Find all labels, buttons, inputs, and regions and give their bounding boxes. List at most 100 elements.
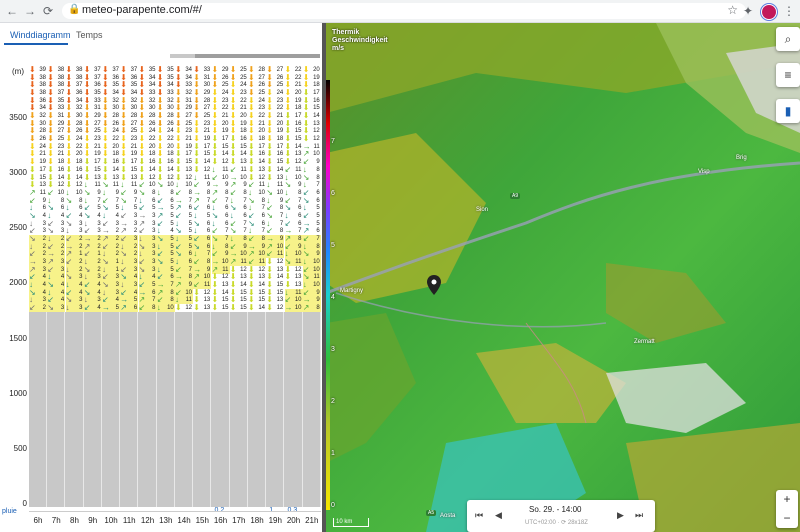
hour-label: 19h — [268, 516, 282, 525]
avatar[interactable] — [761, 4, 777, 20]
terrain-map — [326, 23, 800, 532]
wind-speed: 15 — [221, 305, 229, 312]
scale-label: 3 — [331, 346, 335, 353]
star-icon[interactable]: ☆ — [727, 3, 738, 17]
column-separator — [46, 312, 47, 507]
wind-speed: 10 — [294, 305, 302, 312]
wind-speed: 3 — [60, 305, 65, 312]
wind-speed: 3 — [79, 305, 83, 312]
wind-cell: ⬇ 12 — [266, 304, 284, 312]
column-separator — [319, 312, 321, 507]
hour-label: 10h — [104, 516, 118, 525]
hour-label: 20h — [286, 516, 301, 525]
prev-step-button[interactable]: ◀ — [495, 510, 502, 521]
altitude-tick: 0 — [22, 499, 27, 508]
column-separator — [64, 312, 66, 507]
column-separator — [155, 312, 157, 507]
rain-label: pluie — [2, 508, 17, 515]
terrain-area — [29, 312, 321, 507]
first-step-button[interactable]: ⏮ — [475, 510, 483, 521]
column-separator — [82, 312, 84, 507]
forecast-date[interactable]: So. 29. - 14:00 — [529, 505, 581, 514]
wind-speed: 12 — [276, 305, 284, 312]
wind-speed: 8 — [316, 305, 320, 312]
wind-cell: ↓ 10 — [156, 303, 175, 313]
altitude-tick: 2500 — [9, 223, 27, 233]
column-separator — [137, 312, 139, 507]
scale-label: 5 — [331, 242, 335, 249]
wind-arrow-icon: → — [102, 303, 110, 313]
altitude-unit: (m) — [12, 67, 24, 76]
scale-label: 7 — [331, 138, 335, 145]
wind-speed: 5 — [115, 305, 119, 312]
extensions-icon[interactable]: ✦ — [743, 3, 753, 19]
wind-cell: ↙ 4 — [83, 304, 102, 313]
next-step-button[interactable]: ▶ — [617, 510, 624, 521]
wind-cell: ↙ 8 — [138, 304, 157, 313]
chart-button[interactable]: ▮ — [776, 99, 800, 123]
wind-cell: ↙ 2 — [29, 303, 47, 313]
reload-icon[interactable]: ⟳ — [40, 3, 56, 19]
place-label: Visp — [698, 169, 710, 175]
altitude-tick: 1000 — [9, 388, 27, 398]
scale-label: 2 — [331, 398, 335, 405]
hour-label: 8h — [70, 516, 79, 525]
wind-speed: 14 — [258, 305, 265, 312]
timezone-info: UTC+02:00 · ⟳ 28x18Z — [525, 520, 588, 526]
wind-speed: 12 — [185, 305, 192, 312]
thermal-color-scale — [326, 80, 330, 510]
place-label: Sion — [476, 207, 489, 213]
search-button[interactable]: ⌕ — [776, 27, 800, 51]
wind-speed: 13 — [203, 305, 211, 312]
altitude-tick: 500 — [13, 443, 27, 453]
hour-label: 6h — [33, 516, 43, 525]
column-separator — [119, 312, 120, 507]
zoom-control: + − — [776, 490, 798, 528]
active-tab-indicator — [4, 43, 68, 45]
wind-arrow-icon: ⬇ — [229, 303, 237, 313]
layers-button[interactable]: ≡ — [776, 63, 800, 87]
wind-arrow-icon: ↗ — [120, 303, 127, 313]
location-pin-icon[interactable] — [427, 275, 441, 295]
thermal-map[interactable]: Martigny Zermatt Aosta Visp Brig Sion A9… — [326, 23, 800, 532]
wind-arrow-icon: ↗ — [302, 303, 310, 313]
route-shield: A5 — [426, 510, 437, 516]
altitude-tick: 1500 — [9, 333, 27, 343]
hour-label: 7h — [51, 516, 61, 525]
route-shield: A9 — [510, 193, 521, 199]
wind-cell: ↘ 3 — [47, 304, 66, 313]
wind-arrow-icon: ↙ — [29, 303, 36, 313]
wind-arrow-icon: ⬇ — [211, 303, 219, 313]
column-separator — [100, 312, 102, 507]
place-label: Martigny — [340, 288, 364, 294]
tab-temps[interactable]: Temps — [76, 30, 103, 40]
zoom-out-button[interactable]: − — [776, 509, 798, 528]
altitude-tick: 2000 — [9, 278, 27, 288]
column-separator — [283, 312, 285, 507]
tab-winddiagramm[interactable]: Winddiagramm — [10, 30, 71, 40]
scrollbar-thumb[interactable] — [195, 54, 320, 58]
url-text[interactable]: meteo-parapente.com/#/ — [82, 4, 202, 16]
place-label: Brig — [736, 155, 747, 161]
address-bar[interactable]: 🔒 meteo-parapente.com/#/ ☆ — [62, 3, 746, 19]
menu-icon[interactable]: ⋮ — [783, 3, 795, 19]
hour-label: 18h — [250, 516, 264, 525]
wind-diagram-panel: Winddiagramm Temps (m) 3500 3000 2500 2000 1… — [0, 23, 322, 532]
wind-cell: ↗ 6 — [120, 303, 139, 313]
forward-icon[interactable]: → — [22, 3, 38, 19]
zoom-in-button[interactable]: + — [776, 490, 798, 509]
browser-toolbar: ← → ⟳ 🔒 meteo-parapente.com/#/ ☆ ✦ ⋮ — [0, 0, 800, 23]
column-separator — [301, 312, 303, 507]
column-separator — [192, 312, 193, 507]
wind-grid: ⬇ 39 ⬇ 38 ⬇ 38 ⬇ 38 ⬇ 36 ⬇ 34 ⬇ 32 ⬇ 30 ⬇ 28 ⬇ 26 ⬇ 24 ⬇ 21 ⬇ 19 ⬇… — [29, 66, 321, 313]
legend-title: Thermik — [332, 29, 360, 36]
wind-cell: → 10 — [284, 304, 303, 313]
wind-cell: ↗ 8 — [302, 303, 321, 313]
last-step-button[interactable]: ⏭ — [635, 510, 643, 521]
hour-label: 17h — [232, 516, 246, 525]
wind-arrow-icon: ↓ — [156, 303, 161, 313]
hour-label: 12h — [140, 516, 155, 525]
scale-label: 4 — [331, 294, 335, 301]
map-scale-bar: 10 km — [333, 518, 369, 527]
back-icon[interactable]: ← — [4, 3, 20, 19]
